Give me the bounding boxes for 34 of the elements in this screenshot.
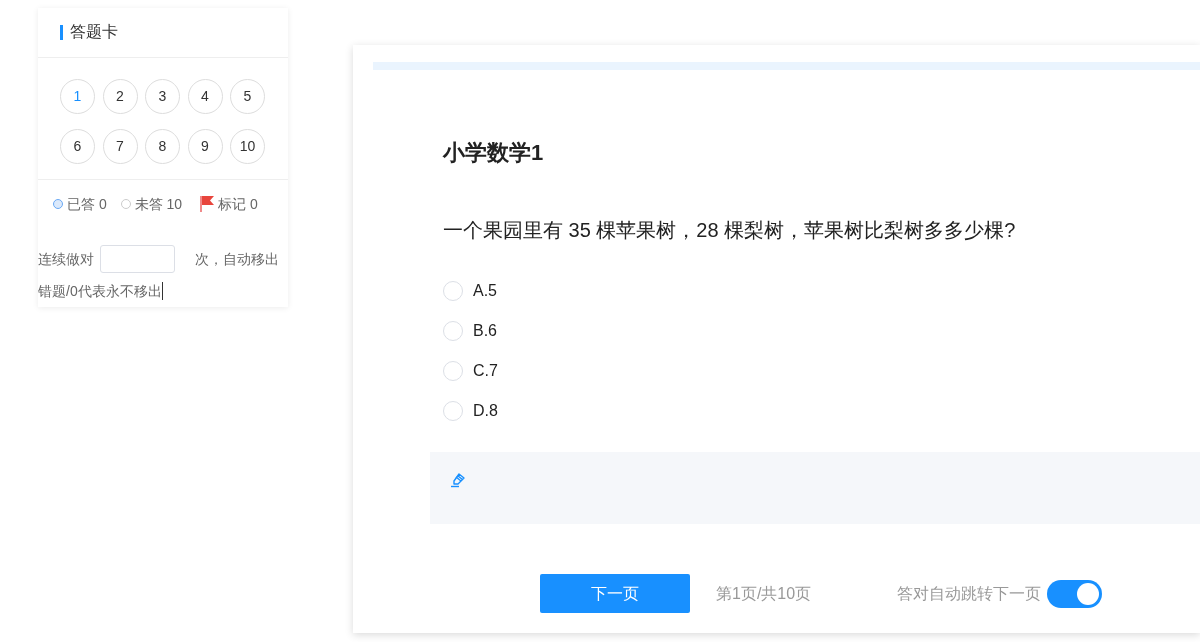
question-number-button[interactable]: 7: [102, 128, 138, 164]
answer-card-title: 答题卡: [70, 22, 118, 43]
title-accent-bar: [60, 24, 63, 40]
legend-label: 标记 0: [218, 194, 258, 214]
auto-next-label: 答对自动跳转下一页: [897, 583, 1042, 604]
question-number-button[interactable]: 5: [230, 78, 265, 114]
question-set-title: 小学数学1: [443, 139, 544, 167]
auto-remove-hint-continuation: 错题/0代表永不移出: [38, 282, 162, 301]
question-number-button[interactable]: 4: [187, 78, 223, 114]
radio-button[interactable]: [443, 321, 463, 341]
question-number-button[interactable]: 3: [145, 78, 180, 114]
auto-remove-label: 连续做对: [38, 250, 94, 269]
question-number-button[interactable]: 2: [102, 78, 138, 114]
legend-label: 未答 10: [134, 194, 183, 214]
legend-label: 已答 0: [67, 194, 107, 214]
radio-button[interactable]: [443, 401, 463, 421]
question-number-button[interactable]: 6: [60, 128, 95, 164]
question-number-button[interactable]: 8: [145, 128, 180, 164]
flag-icon: [200, 196, 215, 213]
question-text: 一个果园里有 35 棵苹果树，28 棵梨树，苹果树比梨树多多少棵?: [443, 218, 1016, 243]
option-label[interactable]: C.7: [473, 359, 498, 383]
radio-button[interactable]: [443, 361, 463, 381]
page-indicator: 第1页/共10页: [716, 583, 812, 604]
text-cursor: [161, 282, 163, 300]
question-number-button[interactable]: 9: [187, 128, 223, 164]
streak-count-input[interactable]: [100, 245, 175, 273]
radio-button[interactable]: [443, 281, 463, 301]
auto-remove-hint: 次，自动移出: [195, 250, 279, 269]
option-label[interactable]: A.5: [473, 279, 497, 303]
highlighter-pen-icon[interactable]: [450, 472, 466, 488]
option-label[interactable]: D.8: [473, 399, 498, 423]
option-label[interactable]: B.6: [473, 319, 497, 343]
auto-next-toggle[interactable]: [1047, 579, 1103, 608]
question-number-button[interactable]: 10: [230, 128, 265, 164]
